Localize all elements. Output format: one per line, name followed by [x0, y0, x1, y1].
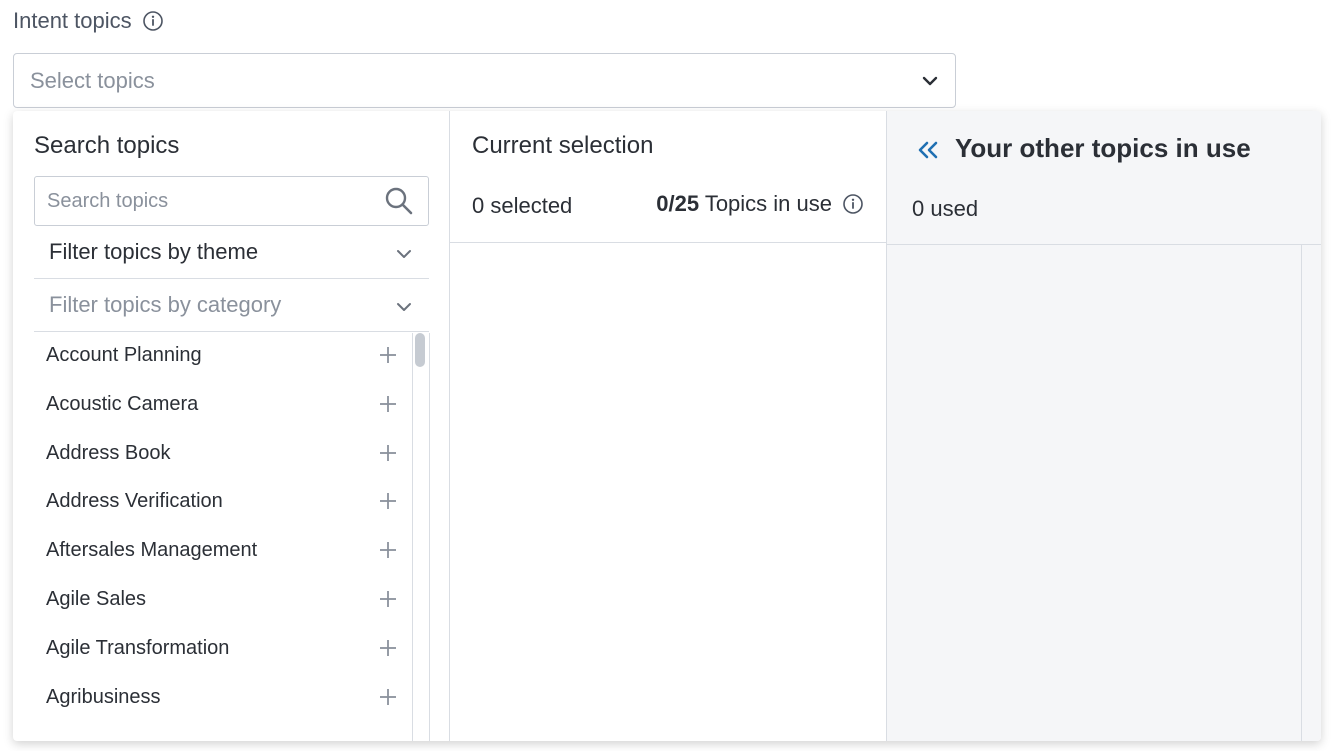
info-icon[interactable]	[842, 193, 864, 215]
chevron-down-icon	[393, 296, 415, 318]
plus-icon[interactable]	[378, 638, 398, 658]
search-pane: Search topics Filter topics by theme Fil…	[13, 111, 450, 741]
chevron-down-icon	[393, 243, 415, 265]
search-input[interactable]	[35, 177, 387, 225]
topic-label: Acoustic Camera	[46, 392, 199, 415]
list-item[interactable]: Acoustic Camera	[34, 382, 412, 431]
topic-label: Account Planning	[46, 344, 202, 366]
double-chevron-left-icon[interactable]	[917, 139, 939, 161]
other-topics-pane: Your other topics in use 0 used	[887, 111, 1321, 741]
plus-icon[interactable]	[378, 394, 398, 414]
selection-pane-title: Current selection	[472, 132, 654, 159]
topic-label: Agile Transformation	[46, 636, 230, 659]
field-label-row: Intent topics	[13, 8, 164, 34]
scrollbar-thumb[interactable]	[415, 333, 425, 367]
list-item[interactable]: Agile Sales	[34, 577, 412, 626]
topics-usage: 0/25 Topics in use	[656, 191, 864, 217]
topic-label: Aftersales Management	[46, 539, 258, 562]
other-topics-title: Your other topics in use	[955, 133, 1251, 163]
filter-by-theme[interactable]: Filter topics by theme	[34, 227, 429, 279]
plus-icon[interactable]	[378, 687, 398, 707]
list-item[interactable]: Agile Transformation	[34, 626, 412, 675]
plus-icon[interactable]	[378, 345, 398, 365]
intent-topics-label: Intent topics	[13, 8, 132, 33]
other-topics-scrollbar[interactable]	[1301, 245, 1302, 741]
divider	[887, 244, 1321, 245]
list-item[interactable]: Address Book	[34, 431, 412, 480]
topic-list: Account Planning Acoustic Camera Address…	[34, 333, 413, 741]
info-icon[interactable]	[142, 10, 164, 32]
topic-label: Address Book	[46, 441, 171, 464]
usage-count: 0/25	[656, 191, 700, 216]
select-placeholder: Select topics	[30, 68, 155, 93]
plus-icon[interactable]	[378, 491, 398, 511]
search-box[interactable]	[34, 176, 429, 226]
search-icon[interactable]	[384, 186, 414, 216]
plus-icon[interactable]	[378, 589, 398, 609]
selected-count: 0 selected	[472, 193, 573, 218]
chevron-down-icon	[919, 70, 941, 92]
divider	[450, 242, 886, 243]
plus-icon[interactable]	[378, 443, 398, 463]
search-pane-title: Search topics	[34, 132, 180, 159]
list-item[interactable]: Aftersales Management	[34, 528, 412, 577]
list-item[interactable]: Account Planning	[34, 333, 412, 382]
topics-select[interactable]: Select topics	[13, 53, 956, 108]
selection-pane: Current selection 0 selected 0/25 Topics…	[450, 111, 887, 741]
filter-category-label: Filter topics by category	[49, 292, 282, 317]
topic-label: Address Verification	[46, 490, 223, 513]
list-item[interactable]: Address Verification	[34, 479, 412, 528]
topics-dropdown: Search topics Filter topics by theme Fil…	[13, 111, 1321, 741]
list-item[interactable]: Agribusiness	[34, 675, 412, 724]
usage-text: Topics in use	[704, 191, 832, 216]
plus-icon[interactable]	[378, 540, 398, 560]
filter-theme-label: Filter topics by theme	[49, 239, 259, 264]
topic-list-scrollbar[interactable]	[412, 333, 430, 741]
topic-label: Agile Sales	[46, 587, 147, 610]
filter-by-category[interactable]: Filter topics by category	[34, 280, 429, 332]
used-count: 0 used	[912, 196, 979, 221]
topic-label: Agribusiness	[46, 685, 161, 708]
